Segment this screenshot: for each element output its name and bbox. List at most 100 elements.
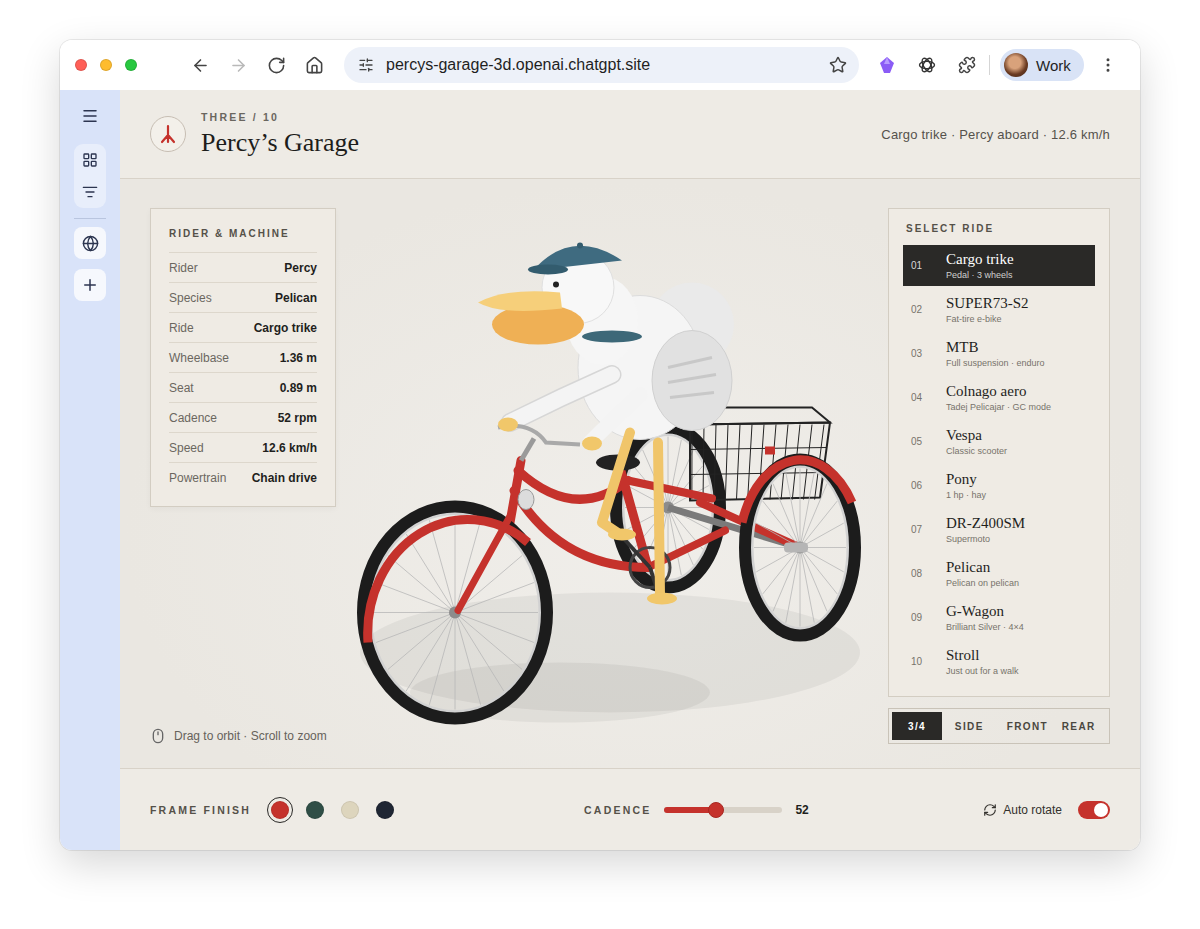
sidebar-toggle[interactable] <box>76 102 104 130</box>
view-button[interactable]: SIDE <box>942 712 997 740</box>
trike-illustration[interactable] <box>336 208 888 744</box>
spec-value: 12.6 km/h <box>262 441 317 455</box>
extensions-button[interactable] <box>953 51 981 79</box>
ride-item[interactable]: 10StrollJust out for a walk <box>903 641 1095 682</box>
ride-item[interactable]: 05Vespa Classic scooter <box>903 421 1095 462</box>
logo <box>150 116 186 152</box>
gem-extension-button[interactable] <box>873 51 901 79</box>
extensions <box>873 51 981 79</box>
garage-logo-icon <box>158 124 178 144</box>
home-button[interactable] <box>300 51 328 79</box>
ride-name: Stroll <box>946 647 1087 664</box>
stage: RIDER & MACHINERiderPercySpeciesPelicanR… <box>120 179 1140 768</box>
ride-name: Vespa <box>946 427 1087 444</box>
sidebar-item[interactable] <box>74 227 106 259</box>
spec-value: 0.89 m <box>280 381 317 395</box>
browser-window: percys-garage-3d.openai.chatgpt.site Work… <box>60 40 1140 850</box>
spec-row: Wheelbase1.36 m <box>169 342 317 372</box>
forward-button[interactable] <box>224 51 252 79</box>
rear-hub <box>784 543 808 553</box>
ride-detail: Tadej Pelicajar · GC mode <box>946 402 1087 412</box>
ride-panel: SELECT RIDE01Cargo trikePedal · 3 wheels… <box>888 208 1110 697</box>
window-controls <box>75 59 137 71</box>
scene-viewport[interactable] <box>336 208 888 744</box>
title-block: THREE / 10Percy’s Garage <box>201 111 359 158</box>
ride-number: 05 <box>911 436 946 447</box>
auto-rotate-toggle[interactable] <box>1078 801 1110 819</box>
zoom-button[interactable] <box>125 59 137 71</box>
swatch-dot <box>271 801 289 819</box>
auto-rotate-label: Auto rotate <box>1003 803 1062 817</box>
color-swatch[interactable] <box>372 797 398 823</box>
home-icon <box>305 56 324 75</box>
close-button[interactable] <box>75 59 87 71</box>
view-button[interactable]: REAR <box>1051 712 1106 740</box>
ride-item[interactable]: 09G-WagonBrilliant Silver · 4×4 <box>903 597 1095 638</box>
reload-button[interactable] <box>262 51 290 79</box>
gem-extension-icon <box>878 56 896 74</box>
swatch-dot <box>306 801 324 819</box>
view-button[interactable]: FRONT <box>997 712 1052 740</box>
color-swatch[interactable] <box>337 797 363 823</box>
app-header: THREE / 10Percy’s GarageCargo trike · Pe… <box>120 90 1140 179</box>
ride-item[interactable]: 01Cargo trikePedal · 3 wheels <box>903 245 1095 286</box>
reload-icon <box>267 56 286 75</box>
ride-number: 03 <box>911 348 946 359</box>
controls-bar: FRAME FINISHCADENCE52Auto rotate <box>120 768 1140 850</box>
ride-item[interactable]: 04Colnago aeroTadej Pelicajar · GC mode <box>903 377 1095 418</box>
ride-text: Vespa Classic scooter <box>946 427 1087 455</box>
pelican-hands-and-legs <box>498 418 677 605</box>
nav-buttons <box>186 51 328 79</box>
spec-label: Seat <box>169 381 194 395</box>
ride-item[interactable]: 08PelicanPelican on pelican <box>903 553 1095 594</box>
spec-value: 52 rpm <box>278 411 317 425</box>
browser-toolbar: percys-garage-3d.openai.chatgpt.site Work <box>60 40 1140 90</box>
cadence-slider[interactable] <box>664 807 782 813</box>
ride-detail: Classic scooter <box>946 446 1087 456</box>
ride-item[interactable]: 03MTBFull suspension · enduro <box>903 333 1095 374</box>
ride-number: 10 <box>911 656 946 667</box>
ride-name: SUPER73-S2 <box>946 295 1087 312</box>
toolbar-divider <box>989 55 990 75</box>
app-content: THREE / 10Percy’s GarageCargo trike · Pe… <box>60 90 1140 850</box>
ride-number: 04 <box>911 392 946 403</box>
slider-thumb[interactable] <box>708 802 724 818</box>
ride-item[interactable]: 07DR-Z400SMSupermoto <box>903 509 1095 550</box>
ride-detail: Supermoto <box>946 534 1087 544</box>
ride-item[interactable]: 06Pony1 hp · hay <box>903 465 1095 506</box>
sidebar-item[interactable] <box>74 269 106 301</box>
fork <box>458 515 511 611</box>
swatch-dot <box>376 801 394 819</box>
openai-extension-button[interactable] <box>913 51 941 79</box>
minimize-button[interactable] <box>100 59 112 71</box>
sidebar-item[interactable] <box>76 146 104 174</box>
ride-number: 09 <box>911 612 946 623</box>
ride-detail: Pelican on pelican <box>946 578 1087 588</box>
ride-text: Pony1 hp · hay <box>946 471 1087 499</box>
browser-menu-button[interactable] <box>1094 51 1122 79</box>
sidebar-item[interactable] <box>76 178 104 206</box>
profile-button[interactable]: Work <box>1000 49 1084 81</box>
frame-finish-label: FRAME FINISH <box>150 804 251 816</box>
spec-label: Powertrain <box>169 471 226 485</box>
search-list-icon <box>82 184 98 200</box>
ride-detail: Brilliant Silver · 4×4 <box>946 622 1087 632</box>
address-bar[interactable]: percys-garage-3d.openai.chatgpt.site <box>344 47 859 83</box>
view-button[interactable]: 3/4 <box>892 712 942 740</box>
auto-rotate-control: Auto rotate <box>983 801 1110 819</box>
spec-value: Cargo trike <box>254 321 317 335</box>
rotate-icon <box>983 803 997 817</box>
bookmark-star-icon[interactable] <box>829 56 847 74</box>
color-swatch[interactable] <box>302 797 328 823</box>
front-wheel <box>363 507 547 719</box>
back-button[interactable] <box>186 51 214 79</box>
ride-item[interactable]: 02SUPER73-S2Fat-tire e-bike <box>903 289 1095 330</box>
color-swatch[interactable] <box>267 797 293 823</box>
ride-text: SUPER73-S2Fat-tire e-bike <box>946 295 1087 323</box>
swatch-dot <box>341 801 359 819</box>
spec-label: Species <box>169 291 212 305</box>
spec-card: RIDER & MACHINERiderPercySpeciesPelicanR… <box>150 208 336 507</box>
puzzle-icon <box>958 56 976 74</box>
spec-row: Ride Cargo trike <box>169 312 317 342</box>
spec-label: Ride <box>169 321 194 335</box>
